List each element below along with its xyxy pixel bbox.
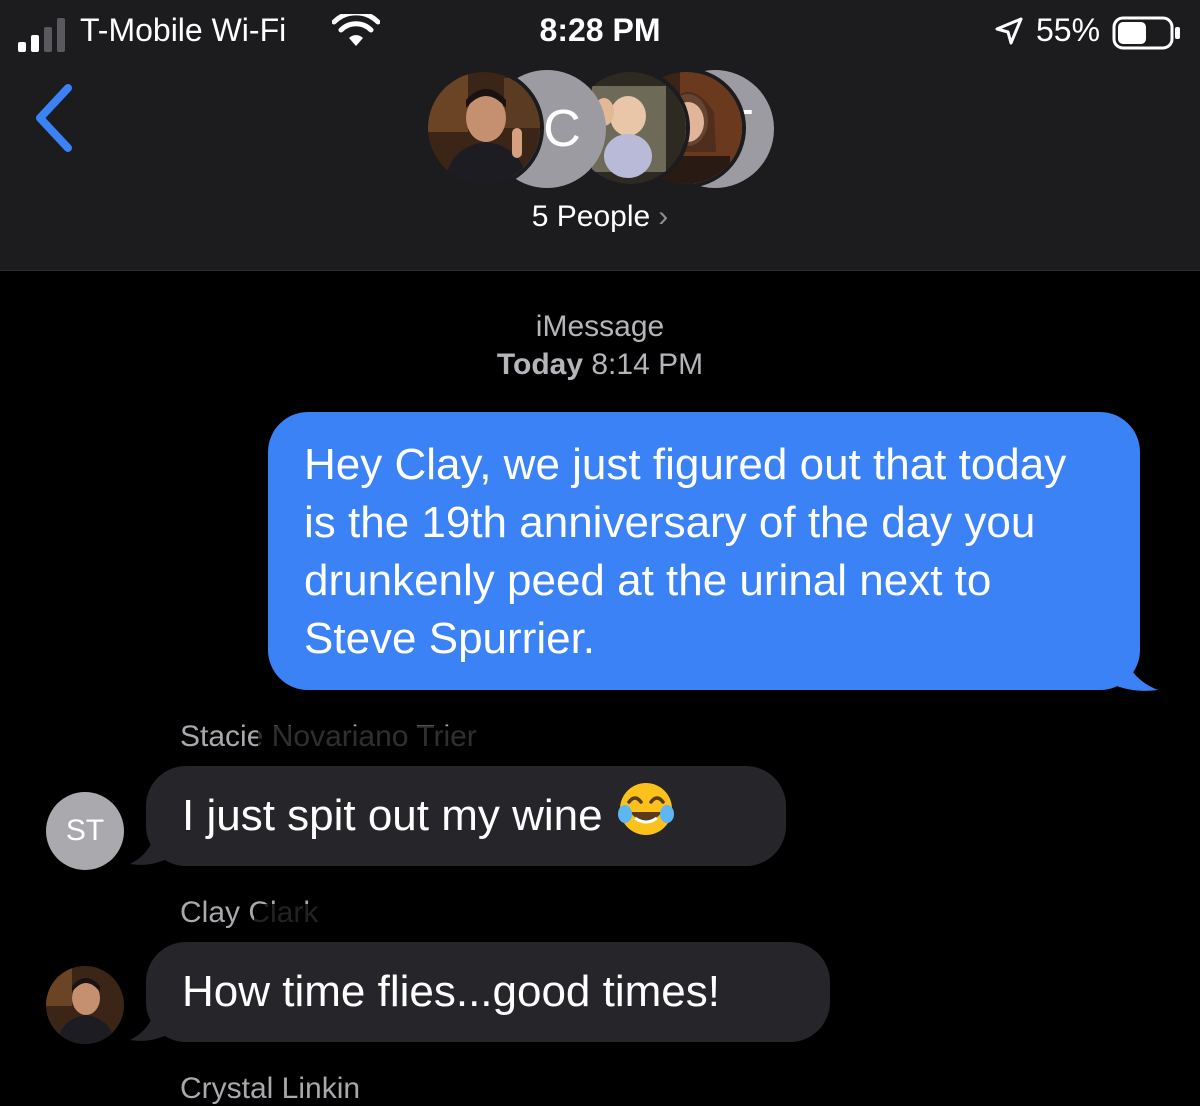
chevron-right-icon: › [658,200,669,233]
sender-name: Crystal Linkin [180,1072,361,1105]
avatar-initials[interactable]: ST [46,792,124,870]
message-text: Hey Clay, we just figured out that today… [304,440,1067,663]
sender-name: Clay Clark [180,896,386,962]
avatar-photo-clay [424,68,544,188]
location-arrow-icon [995,17,1023,45]
battery-percent: 55% [1036,12,1101,48]
timestamp-day: Today [496,348,584,381]
conversation-header: T-Mobile Wi-Fi 8:28 PM 55% T [0,0,1200,271]
incoming-message-bubble[interactable]: How time flies...good times! [146,942,830,1042]
name-redaction [258,726,548,756]
group-avatars[interactable]: T C [0,66,1200,190]
message-text: How time flies...good times! [182,967,720,1016]
incoming-message-bubble[interactable]: I just spit out my wine [146,766,786,866]
people-count-label: 5 People [531,200,651,233]
sender-name: Stacie Novariano Trier [180,720,548,756]
name-redaction [254,904,348,932]
outgoing-message-bubble[interactable]: Hey Clay, we just figured out that today… [268,412,1140,690]
timestamp-time: 8:14 PM [591,348,704,381]
status-bar: T-Mobile Wi-Fi 8:28 PM 55% [0,8,1200,56]
people-link[interactable]: 5 People › [0,200,1200,234]
service-label: iMessage [535,310,665,343]
avatar-photo-clay-small[interactable] [46,966,124,1044]
message-text: I just spit out my wine [182,791,603,840]
battery-icon [1112,16,1180,50]
face-with-tears-of-joy-icon [617,783,674,835]
timestamp: Today 8:14 PM [0,348,1200,382]
